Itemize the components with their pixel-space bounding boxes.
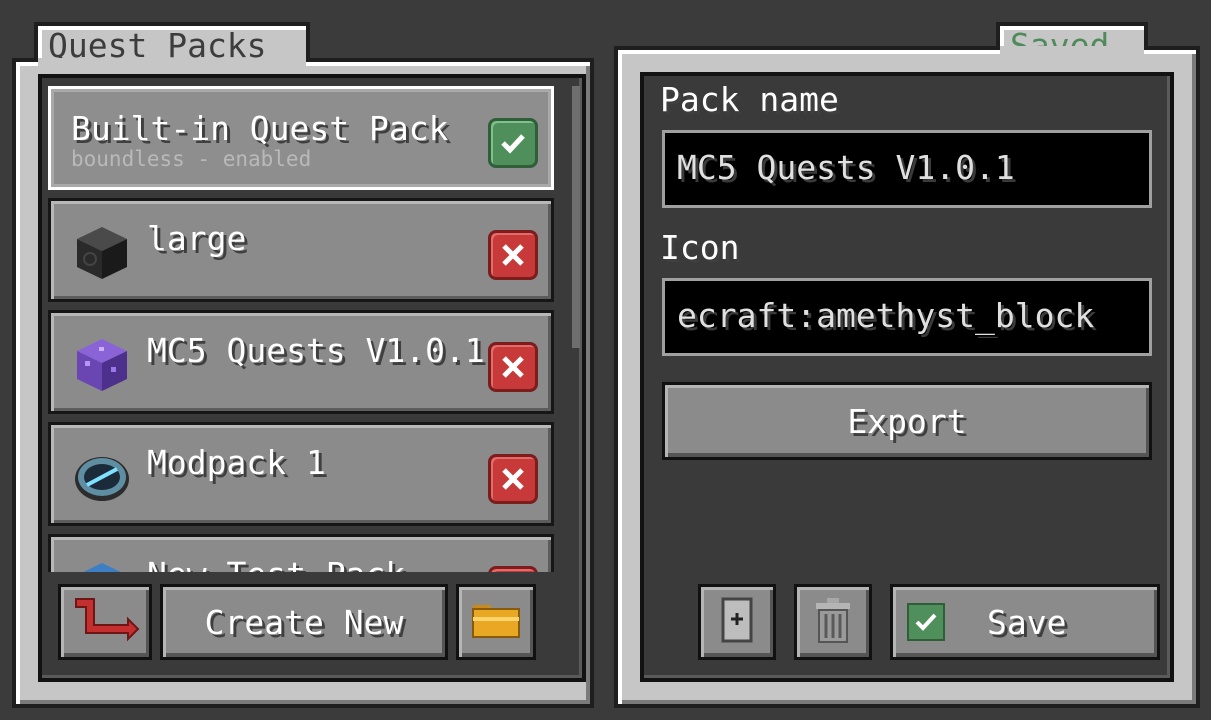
pack-name: MC5 Quests V1.0.1 bbox=[147, 331, 485, 370]
list-item-large[interactable]: large bbox=[48, 198, 554, 302]
remove-x-icon[interactable] bbox=[488, 230, 538, 280]
red-return-arrow-icon bbox=[70, 595, 140, 649]
save-check-icon bbox=[907, 603, 945, 641]
trash-can-icon bbox=[813, 596, 853, 648]
tab-seam bbox=[38, 58, 306, 66]
pack-list-scrollbar[interactable] bbox=[572, 86, 580, 348]
open-folder-button[interactable] bbox=[456, 584, 536, 660]
create-new-label: Create New bbox=[204, 602, 404, 642]
delete-button[interactable] bbox=[794, 584, 872, 660]
pack-list[interactable]: Built-in Quest Pack boundless - enabled … bbox=[48, 84, 556, 572]
remove-x-icon[interactable] bbox=[488, 342, 538, 392]
icon-label: Icon bbox=[660, 228, 740, 267]
save-button[interactable]: Save bbox=[890, 584, 1160, 660]
enabled-check-icon[interactable] bbox=[488, 118, 538, 168]
list-item-built-in-pack[interactable]: Built-in Quest Pack boundless - enabled bbox=[48, 86, 554, 190]
compass-icon bbox=[73, 447, 131, 505]
back-button[interactable] bbox=[58, 584, 152, 660]
pack-subtitle: boundless - enabled bbox=[71, 147, 312, 171]
pack-name: New Test Pack bbox=[147, 555, 405, 572]
pack-name: Built-in Quest Pack bbox=[71, 109, 449, 148]
save-label: Save bbox=[987, 602, 1067, 642]
list-item-mc5-quests[interactable]: MC5 Quests V1.0.1 bbox=[48, 310, 554, 414]
page-plus-icon bbox=[720, 597, 754, 647]
tab-seam bbox=[1000, 46, 1144, 54]
create-new-button[interactable]: Create New bbox=[160, 584, 448, 660]
export-button[interactable]: Export bbox=[662, 382, 1152, 460]
pack-name-label: Pack name bbox=[660, 80, 839, 119]
folder-icon bbox=[471, 601, 521, 643]
add-page-button[interactable] bbox=[698, 584, 776, 660]
list-item-new-test-pack[interactable]: New Test Pack bbox=[48, 534, 554, 572]
export-label: Export bbox=[847, 401, 967, 441]
pack-name-field[interactable]: MC5 Quests V1.0.1 bbox=[662, 130, 1152, 208]
blue-block-icon bbox=[73, 559, 131, 572]
black-block-icon bbox=[73, 223, 131, 281]
pack-name: Modpack 1 bbox=[147, 443, 326, 482]
amethyst-block-icon bbox=[73, 335, 131, 393]
remove-x-icon[interactable] bbox=[488, 566, 538, 572]
icon-field[interactable]: ecraft:amethyst_block bbox=[662, 278, 1152, 356]
remove-x-icon[interactable] bbox=[488, 454, 538, 504]
list-item-modpack-1[interactable]: Modpack 1 bbox=[48, 422, 554, 526]
pack-name: large bbox=[147, 219, 247, 258]
